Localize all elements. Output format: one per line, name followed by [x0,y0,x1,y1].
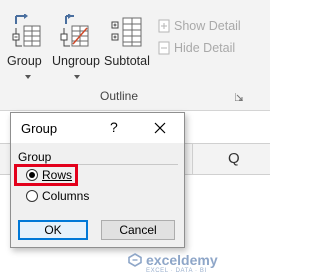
group-button[interactable]: Group [6,10,50,85]
cancel-button[interactable]: Cancel [101,220,175,240]
outline-group-caption: Outline [100,89,139,103]
show-detail-icon [158,19,170,33]
dialog-launcher-icon[interactable] [235,93,243,101]
ungroup-button[interactable]: Ungroup [52,10,102,85]
watermark-tagline: EXCEL · DATA · BI [146,268,207,274]
group-icon [12,14,41,47]
chevron-down-icon [74,75,80,79]
show-detail-button[interactable]: Show Detail [158,19,241,33]
chevron-down-icon [25,75,31,79]
subtotal-button-label: Subtotal [104,54,150,68]
column-separator [192,144,193,174]
highlight-rectangle [14,164,78,186]
radio-button-unselected[interactable] [26,190,38,202]
group-section-label: Group [18,150,52,164]
column-header-q[interactable]: Q [228,150,240,167]
watermark: exceldemy [128,252,218,268]
subtotal-button[interactable]: Subtotal [103,10,153,70]
hide-detail-label: Hide Detail [174,41,236,55]
ribbon-outline-group: Group Ungroup Subtotal Show Detail Hide … [0,0,270,111]
exceldemy-logo-icon [128,253,142,267]
group-button-label: Group [7,54,42,68]
show-detail-label: Show Detail [174,19,241,33]
hide-detail-button[interactable]: Hide Detail [158,41,235,55]
hide-detail-icon [158,41,170,55]
help-button[interactable]: ? [110,119,118,135]
ok-button[interactable]: OK [18,220,88,240]
watermark-brand: exceldemy [146,252,218,268]
ungroup-icon [60,14,89,47]
columns-radio-label: Columns [42,189,90,203]
columns-radio[interactable]: Columns [26,189,89,203]
dialog-title: Group [21,121,58,136]
dialog-titlebar[interactable]: Group ? [11,113,184,143]
subtotal-icon [111,17,142,47]
close-icon[interactable] [151,119,169,137]
ungroup-button-label: Ungroup [52,54,100,68]
